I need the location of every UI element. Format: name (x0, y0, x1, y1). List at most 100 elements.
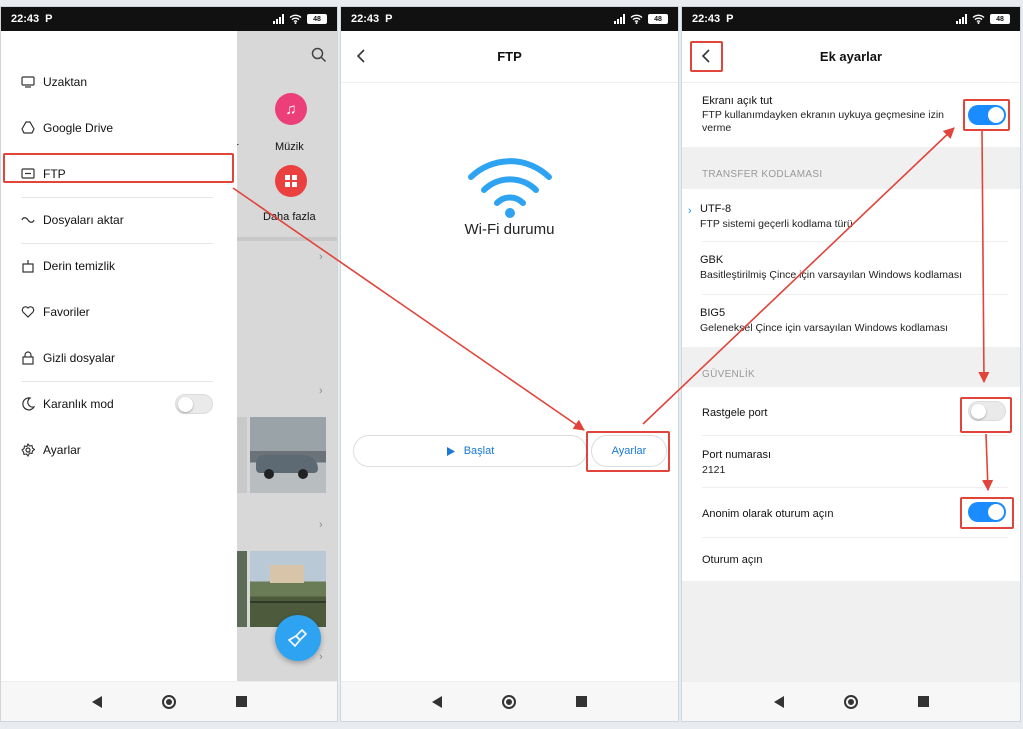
wifi-status-icon (630, 14, 643, 24)
chevron-right-icon[interactable]: › (319, 251, 323, 263)
drawer-item-transfer[interactable]: Dosyaları aktar (21, 205, 124, 235)
dark-mode-toggle[interactable] (175, 394, 213, 414)
wifi-status-icon (289, 14, 302, 24)
chevron-right-icon[interactable]: › (319, 385, 323, 397)
divider (21, 381, 213, 382)
highlight-keep-screen-toggle (963, 99, 1010, 131)
encoding-subtitle: Basitleştirilmiş Çince için varsayılan W… (700, 269, 962, 281)
divider (21, 243, 213, 244)
login-row[interactable]: Oturum açın (682, 538, 1020, 582)
encoding-option-big5[interactable]: BIG5 Geleneksel Çince için varsayılan Wi… (682, 295, 1020, 347)
more-label: Daha fazla (263, 211, 316, 223)
nav-home-icon[interactable] (161, 694, 176, 709)
encoding-subtitle: Geleneksel Çince için varsayılan Windows… (700, 322, 949, 334)
nav-back-icon[interactable] (91, 695, 102, 708)
encoding-subtitle: FTP sistemi geçerli kodlama türü (700, 218, 853, 230)
drawer-item-label: Ayarlar (43, 443, 81, 457)
carrier-icon: P (726, 13, 734, 25)
random-port-title: Rastgele port (702, 407, 768, 419)
park-photo-thumbnail[interactable] (250, 551, 326, 627)
section-header-encoding: TRANSFER KODLAMASI (702, 169, 823, 180)
port-number-row[interactable]: Port numarası 2121 (682, 436, 1020, 486)
keep-screen-title: Ekranı açık tut (702, 95, 773, 107)
nav-back-icon[interactable] (432, 695, 442, 708)
image-thumbnail[interactable] (237, 551, 247, 627)
nav-recents-icon[interactable] (917, 696, 929, 707)
section-header-security: GÜVENLİK (702, 369, 755, 380)
highlight-random-port-toggle (960, 397, 1012, 433)
system-nav-bar (341, 681, 678, 721)
wifi-status-icon (972, 14, 985, 24)
start-button[interactable]: Başlat (353, 435, 587, 467)
wifi-status-label: Wi-Fi durumu (464, 221, 555, 238)
nav-home-icon[interactable] (502, 694, 516, 709)
music-label: Müzik (275, 141, 304, 153)
navigation-drawer: Uzaktan Google Drive FTP Dosyaları aktar… (1, 31, 237, 681)
chevron-right-icon[interactable]: › (319, 651, 323, 663)
nav-recents-icon[interactable] (235, 696, 247, 707)
start-button-label: Başlat (463, 445, 495, 457)
drawer-item-favorites[interactable]: Favoriler (21, 297, 90, 327)
port-number-title: Port numarası (702, 449, 772, 461)
nav-recents-icon[interactable] (576, 696, 587, 707)
carrier-icon: P (45, 13, 53, 25)
chevron-right-icon[interactable]: › (319, 519, 323, 531)
car-photo-thumbnail[interactable] (250, 417, 326, 493)
drawer-item-label: Google Drive (43, 121, 114, 135)
drawer-item-settings[interactable]: Ayarlar (21, 435, 81, 465)
selected-chevron-icon: › (688, 205, 692, 217)
system-nav-bar (682, 681, 1020, 721)
background-app: r ♫ Müzik Daha fazla › › › › (235, 31, 337, 681)
clean-icon (21, 259, 35, 273)
search-icon[interactable] (311, 47, 327, 63)
highlight-back-button (690, 41, 723, 72)
status-bar: 22:43 P 48 (682, 7, 1020, 31)
encoding-title: UTF-8 (700, 203, 732, 215)
status-bar: 22:43 P 48 (1, 7, 337, 31)
drawer-item-label: Dosyaları aktar (43, 213, 124, 227)
encoding-option-gbk[interactable]: GBK Basitleştirilmiş Çince için varsayıl… (682, 242, 1020, 294)
drawer-item-label: Derin temizlik (43, 259, 116, 273)
battery-icon: 48 (307, 14, 327, 24)
login-title: Oturum açın (702, 554, 763, 566)
divider (237, 237, 337, 241)
signal-icon (956, 14, 967, 24)
drawer-item-label: Uzaktan (43, 75, 88, 89)
status-time: 22:43 (351, 13, 380, 25)
more-apps-icon[interactable] (275, 165, 307, 197)
moon-icon (21, 397, 35, 411)
music-icon[interactable]: ♫ (275, 93, 307, 125)
encoding-title: GBK (700, 254, 724, 266)
heart-icon (21, 305, 35, 319)
nav-back-icon[interactable] (773, 695, 784, 708)
drawer-item-hidden-files[interactable]: Gizli dosyalar (21, 343, 115, 373)
broom-icon (288, 628, 308, 648)
settings-list: Ekranı açık tut FTP kullanımdayken ekran… (682, 83, 1020, 681)
top-bar: FTP (341, 31, 678, 83)
signal-icon (273, 14, 284, 24)
drawer-item-deep-clean[interactable]: Derin temizlik (21, 251, 115, 281)
keep-screen-subtitle: FTP kullanımdayken ekranın uykuya geçmes… (702, 109, 945, 134)
back-icon[interactable] (355, 49, 367, 63)
battery-icon: 48 (990, 14, 1010, 24)
status-time: 22:43 (692, 13, 721, 25)
clean-fab-button[interactable] (275, 615, 321, 661)
image-thumbnail[interactable] (237, 417, 247, 493)
drawer-item-label: Gizli dosyalar (43, 351, 116, 365)
drawer-item-label: Favoriler (43, 305, 90, 319)
highlight-settings-button (586, 431, 670, 472)
additional-settings-screen: 22:43 P 48 Ek ayarlar Ekranı açık tut FT… (681, 6, 1021, 722)
nav-home-icon[interactable] (843, 694, 858, 709)
drawer-item-label: Karanlık mod (43, 397, 114, 411)
carrier-icon: P (385, 13, 393, 25)
drawer-item-dark-mode[interactable]: Karanlık mod (21, 389, 114, 419)
encoding-title: BIG5 (700, 307, 726, 319)
divider (21, 197, 213, 198)
drawer-item-remote[interactable]: Uzaktan (21, 67, 87, 97)
highlight-ftp-item (3, 153, 234, 183)
encoding-option-utf8[interactable]: › UTF-8 FTP sistemi geçerli kodlama türü (682, 189, 1020, 241)
lock-icon (21, 351, 35, 365)
status-bar: 22:43 P 48 (341, 7, 678, 31)
remote-icon (21, 75, 35, 89)
drawer-item-google-drive[interactable]: Google Drive (21, 113, 113, 143)
